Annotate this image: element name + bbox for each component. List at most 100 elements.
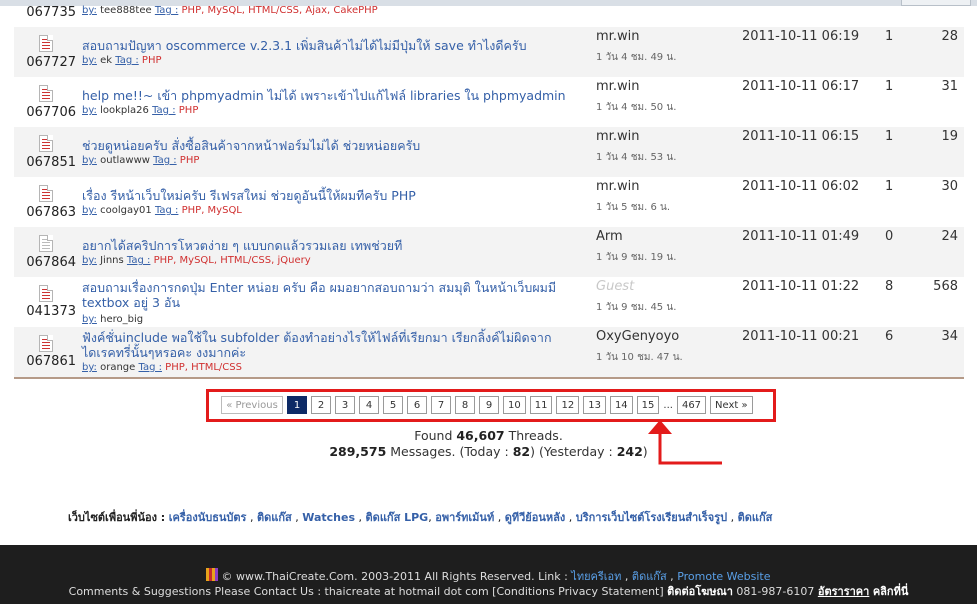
last-post-date: 2011-10-11 00:21 [742,329,860,344]
thread-tags[interactable]: PHP, MySQL, HTML/CSS, jQuery [154,255,311,266]
pagination-ellipsis: ... [663,396,673,414]
thread-doc-icon [39,135,53,152]
thread-title-link[interactable]: help me!!~ เข้า phpmyadmin ไม่ได้ เพราะเ… [82,88,587,103]
page-button-3[interactable]: 3 [335,396,355,414]
table-row: 067861 ฟังค์ชั่นinclude พอใช้ใน subfolde… [14,327,964,377]
messages-count: 289,575 [329,444,387,459]
page-button-13[interactable]: 13 [583,396,606,414]
friend-link[interactable]: อพาร์ทเม้นท์ [435,511,494,524]
rates-link[interactable]: อัตราราคา [818,585,869,598]
click-here-link[interactable]: คลิกที่นี่ [873,585,909,598]
view-count: 30 [941,179,958,194]
thread-meta: by: outlawww Tag : PHP [82,155,200,166]
site-footer: © www.ThaiCreate.Com. 2003-2011 All Righ… [0,545,977,604]
reply-count: 1 [885,129,894,144]
thread-id: 041373 [26,304,76,319]
page-button-last[interactable]: 467 [676,396,707,414]
page-button-15[interactable]: 15 [636,396,660,414]
last-post-author[interactable]: mr.win [596,129,639,144]
page-button-1[interactable]: 1 [287,396,307,414]
thaicreate-logo-icon [206,568,219,581]
reply-count: 6 [885,329,894,344]
thread-meta: by: Jinns Tag : PHP, MySQL, HTML/CSS, jQ… [82,255,311,266]
page-button-5[interactable]: 5 [383,396,403,414]
friend-link[interactable]: เครื่องนับธนบัตร [169,511,247,524]
thread-id: 067863 [26,205,76,220]
page-button-14[interactable]: 14 [609,396,633,414]
table-row: 067851 ช่วยดูหน่อยครับ สั่งซื้อสินค้าจาก… [14,127,964,177]
reply-count: 8 [885,279,894,294]
page-button-10[interactable]: 10 [503,396,526,414]
table-row: 067864 อยากได้สคริปการโหวตง่าย ๆ แบบกดแล… [14,227,964,277]
view-count: 19 [941,129,958,144]
friend-link[interactable]: บริการเว็บไซต์โรงเรียนสำเร็จรูป [576,511,727,524]
table-row: 067735 by: tee888tee Tag : PHP, MySQL, H… [14,0,964,26]
page-button-11[interactable]: 11 [529,396,553,414]
friend-link[interactable]: ดูทีวีย้อนหลัง [505,511,566,524]
friend-link[interactable]: ติดแก๊ส [257,511,292,524]
previous-page-button[interactable]: « Previous [221,396,283,414]
thread-tags[interactable]: PHP, HTML/CSS [165,362,242,373]
thread-user[interactable]: orange [100,362,135,373]
thread-user[interactable]: ek [100,55,112,66]
reply-count: 1 [885,29,894,44]
thread-tags[interactable]: PHP, MySQL, HTML/CSS, Ajax, CakePHP [182,5,378,16]
thread-user[interactable]: Jinns [100,255,124,266]
thread-doc-icon [39,285,53,302]
thread-tags[interactable]: PHP [179,105,199,116]
last-post-author[interactable]: mr.win [596,79,639,94]
thread-title-link[interactable]: ฟังค์ชั่นinclude พอใช้ใน subfolder ต้องท… [82,330,587,360]
thread-user[interactable]: hero_big [100,314,143,325]
last-post-author[interactable]: OxyGenyoyo [596,329,679,344]
friend-link[interactable]: ติดแก๊ส [738,511,773,524]
last-post-author[interactable]: Arm [596,229,623,244]
table-row: 067727 สอบถามปัญหา oscommerce v.2.3.1 เพ… [14,27,964,77]
view-count: 568 [933,279,958,294]
friend-link[interactable]: Watches [302,511,355,524]
thread-title-link[interactable]: อยากได้สคริปการโหวตง่าย ๆ แบบกดแล้วรวมเล… [82,238,587,253]
thread-user[interactable]: coolgay01 [100,205,152,216]
thread-tags[interactable]: PHP, MySQL [182,205,242,216]
reply-count: 1 [885,179,894,194]
last-post-ago: 1 วัน 10 ชม. 47 น. [596,352,683,363]
yesterday-count: 242 [616,444,643,459]
footer-contact: Comments & Suggestions Please Contact Us… [68,585,909,598]
page-button-9[interactable]: 9 [479,396,499,414]
last-post-author[interactable]: mr.win [596,179,639,194]
table-row: 067863 เรื่อง รีหน้าเว็บใหม่ครับ รีเฟรสใ… [14,177,964,227]
list-divider [14,377,964,379]
page-button-7[interactable]: 7 [431,396,451,414]
thread-user[interactable]: tee888tee [100,5,152,16]
last-post-author: Guest [596,279,635,294]
reply-count: 0 [885,229,894,244]
thread-meta: by: lookpla26 Tag : PHP [82,105,199,116]
found-threads-summary: Found 46,607 Threads. [414,428,563,443]
thread-id: 067861 [26,354,76,369]
thread-title-link[interactable]: สอบถามเรื่องการกดปุ่ม Enter หน่อย ครับ ค… [82,280,587,310]
thread-meta: by: ek Tag : PHP [82,55,162,66]
last-post-date: 2011-10-11 06:15 [742,129,860,144]
thread-tags[interactable]: PHP [142,55,162,66]
last-post-ago: 1 วัน 9 ชม. 45 น. [596,302,677,313]
thread-id: 067735 [26,5,76,20]
thread-user[interactable]: lookpla26 [100,105,149,116]
page-button-4[interactable]: 4 [359,396,379,414]
next-page-button[interactable]: Next » [710,396,753,414]
thread-meta: by: orange Tag : PHP, HTML/CSS [82,362,242,373]
page-button-6[interactable]: 6 [407,396,427,414]
page-button-12[interactable]: 12 [556,396,580,414]
thread-tags[interactable]: PHP [180,155,200,166]
last-post-author[interactable]: mr.win [596,29,639,44]
thread-doc-icon [39,85,53,102]
thread-title-link[interactable]: ช่วยดูหน่อยครับ สั่งซื้อสินค้าจากหน้าฟอร… [82,138,587,153]
last-post-ago: 1 วัน 5 ชม. 6 น. [596,202,671,213]
thread-title-link[interactable]: เรื่อง รีหน้าเว็บใหม่ครับ รีเฟรสใหม่ ช่ว… [82,188,587,203]
friend-sites: เว็บไซต์เพื่อนพี่น้อง : เครื่องนับธนบัตร… [68,511,773,524]
page-button-2[interactable]: 2 [311,396,331,414]
thread-user[interactable]: outlawww [100,155,150,166]
thread-title-link[interactable]: สอบถามปัญหา oscommerce v.2.3.1 เพิ่มสินค… [82,38,587,53]
thread-meta: by: hero_big [82,314,144,325]
page-button-8[interactable]: 8 [455,396,475,414]
last-post-date: 2011-10-11 01:49 [742,229,860,244]
friend-link[interactable]: ติดแก๊ส LPG [366,511,429,524]
